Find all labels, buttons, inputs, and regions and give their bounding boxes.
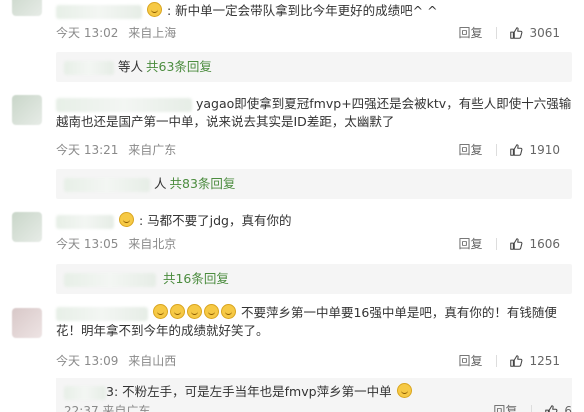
divider (496, 237, 498, 250)
smile-emoji-icon (220, 304, 236, 319)
sub-comment-prefix: 3: (106, 384, 119, 399)
avatar[interactable] (12, 308, 42, 338)
timestamp: 今天 13:09 (56, 354, 119, 368)
smile-emoji-icon (118, 212, 134, 227)
divider (531, 404, 533, 412)
timestamp: 今天 13:21 (56, 143, 119, 157)
reply-button[interactable]: 回复 (458, 235, 482, 252)
timestamp: 今天 13:05 (56, 237, 119, 251)
sub-reply-users (64, 177, 150, 192)
sub-reply-count-link[interactable]: 共16条回复 (163, 271, 229, 286)
username[interactable] (56, 214, 114, 229)
reply-button[interactable]: 回复 (458, 24, 482, 41)
avatar[interactable] (12, 212, 42, 242)
reply-button[interactable]: 回复 (493, 402, 517, 412)
location: 来自广东 (128, 143, 177, 157)
sub-reply-who: 等人 (117, 59, 143, 74)
reply-button[interactable]: 回复 (458, 141, 482, 158)
smile-emoji-icon (146, 2, 162, 17)
like-count: 1606 (529, 236, 560, 251)
smile-emoji-icon (169, 304, 185, 319)
sub-reply-who: 人 (153, 176, 167, 191)
sub-comment-body: 3: 不粉左手，可是左手当年也是fmvp萍乡第一中单 (64, 383, 413, 401)
like-button[interactable]: 1910 (509, 143, 560, 157)
username[interactable] (56, 97, 192, 112)
sub-reply-summary[interactable]: 人共83条回复 (56, 169, 572, 199)
divider (496, 26, 498, 39)
username[interactable] (64, 385, 106, 400)
comment-meta: 今天 13:09 来自山西 回复 1251 (56, 352, 572, 369)
reply-button[interactable]: 回复 (458, 352, 482, 369)
comment-body: 不要萍乡第一中单要16强中单是吧，真有你的！有钱随便花！明年拿不到今年的成绩就好… (56, 304, 572, 340)
like-button[interactable]: 6 (544, 404, 572, 412)
thumbs-up-icon (545, 404, 558, 412)
comment-text: : 马都不要了jdg，真有你的 (138, 213, 292, 228)
like-count: 1910 (529, 142, 560, 157)
comment-actions: 回复 6 (493, 402, 572, 412)
like-count: 6 (564, 403, 572, 412)
timestamp: 22:37 (64, 404, 99, 412)
sub-comment-meta: 22:37 来自广东 (64, 402, 150, 412)
avatar[interactable] (12, 0, 42, 16)
smile-emoji-icon (152, 304, 168, 319)
thumbs-up-icon (510, 143, 523, 156)
comment-meta: 今天 13:02 来自上海 回复 3061 (56, 24, 572, 41)
like-count: 3061 (529, 25, 560, 40)
divider (496, 143, 498, 156)
timestamp: 今天 13:02 (56, 26, 119, 40)
sub-reply-summary[interactable]: 等人 共63条回复 (56, 52, 572, 82)
avatar[interactable] (12, 95, 42, 125)
comment-actions: 回复 3061 (458, 24, 560, 41)
thumbs-up-icon (510, 237, 523, 250)
smile-emoji-icon (186, 304, 202, 319)
comment-actions: 回复 1606 (458, 235, 560, 252)
sub-comment-text: 不粉左手，可是左手当年也是fmvp萍乡第一中单 (122, 384, 392, 399)
comment-body: yagao即使拿到夏冠fmvp+四强还是会被ktv，有些人即使十六强输越南也还是… (56, 95, 572, 131)
location: 来自北京 (128, 237, 177, 251)
location: 来自上海 (128, 26, 177, 40)
sub-reply-users (64, 60, 114, 75)
comment-meta: 今天 13:21 来自广东 回复 1910 (56, 141, 572, 158)
comment-text: : 新中单一定会带队拿到比今年更好的成绩吧^ ^ (166, 3, 438, 18)
comment-actions: 回复 1251 (458, 352, 560, 369)
divider (496, 354, 498, 367)
comment-body: : 马都不要了jdg，真有你的 (56, 212, 572, 230)
sub-reply-users (64, 272, 156, 287)
username[interactable] (56, 4, 142, 19)
username[interactable] (56, 306, 148, 321)
sub-reply-summary[interactable]: 共16条回复 (56, 264, 572, 294)
sub-comment-item: 3: 不粉左手，可是左手当年也是fmvp萍乡第一中单 22:37 来自广东 回复… (56, 378, 572, 412)
smile-emoji-icon (203, 304, 219, 319)
thumbs-up-icon (510, 26, 523, 39)
like-button[interactable]: 1251 (509, 354, 560, 368)
location: 来自广东 (102, 404, 151, 412)
like-button[interactable]: 1606 (509, 237, 560, 251)
comment-actions: 回复 1910 (458, 141, 560, 158)
comment-meta: 今天 13:05 来自北京 回复 1606 (56, 235, 572, 252)
sub-reply-count-link[interactable]: 共83条回复 (170, 176, 236, 191)
comment-feed: : 新中单一定会带队拿到比今年更好的成绩吧^ ^ 今天 13:02 来自上海 回… (0, 0, 584, 412)
like-button[interactable]: 3061 (509, 26, 560, 40)
like-count: 1251 (529, 353, 560, 368)
thumbs-up-icon (510, 354, 523, 367)
location: 来自山西 (128, 354, 177, 368)
smile-emoji-icon (396, 383, 412, 398)
sub-reply-count-link[interactable]: 共63条回复 (146, 59, 212, 74)
comment-body: : 新中单一定会带队拿到比今年更好的成绩吧^ ^ (56, 2, 572, 20)
